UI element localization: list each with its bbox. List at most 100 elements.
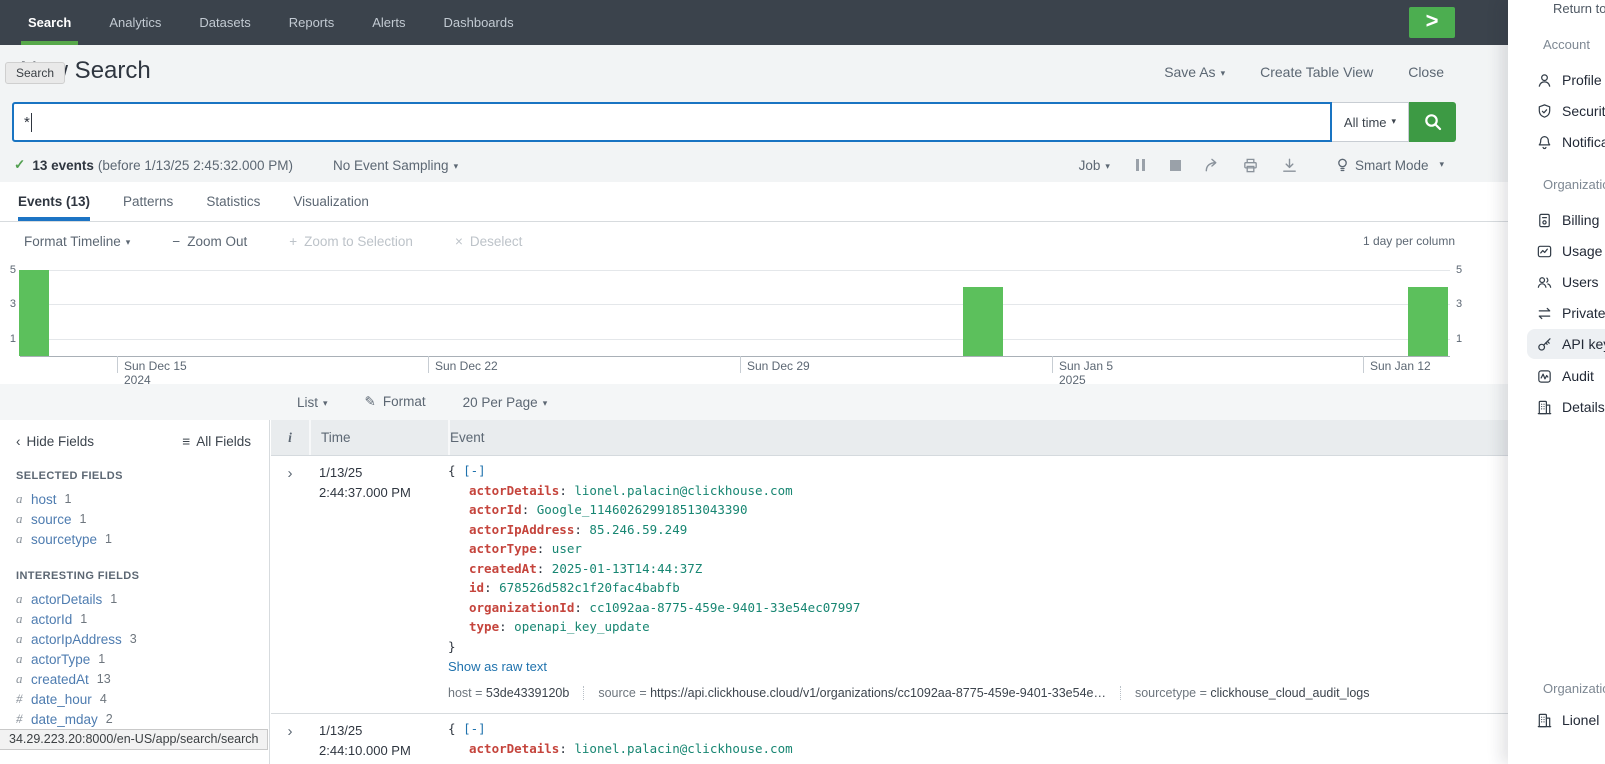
- event-meta-field[interactable]: sourcehttps://api.clickhouse.cloud/v1/or…: [583, 686, 1106, 700]
- deselect-button[interactable]: Deselect: [455, 234, 522, 249]
- sidebar-item-api-keys[interactable]: API keys: [1527, 329, 1605, 359]
- field-name-link[interactable]: actorType: [31, 652, 90, 667]
- save-as-button[interactable]: Save As: [1164, 64, 1225, 80]
- json-key[interactable]: createdAt: [469, 561, 552, 576]
- field-item[interactable]: #date_hour4: [0, 689, 269, 709]
- nav-item-alerts[interactable]: Alerts: [353, 0, 424, 45]
- field-item[interactable]: asourcetype1: [0, 529, 269, 549]
- format-results-button[interactable]: Format: [365, 394, 426, 410]
- search-input[interactable]: *: [12, 102, 1332, 142]
- tab-patterns[interactable]: Patterns: [123, 182, 173, 221]
- field-item[interactable]: aactorType1: [0, 649, 269, 669]
- json-key[interactable]: actorType: [469, 541, 552, 556]
- field-item[interactable]: asource1: [0, 509, 269, 529]
- sidebar-item-organization-lionel[interactable]: Lionel: [1536, 705, 1605, 735]
- show-raw-text-link[interactable]: Show as raw text: [448, 659, 547, 674]
- search-mode-dropdown[interactable]: Smart Mode: [1336, 158, 1444, 173]
- json-key[interactable]: id: [469, 580, 499, 595]
- json-collapse-link[interactable]: [-]: [463, 721, 486, 736]
- json-key[interactable]: actorId: [469, 502, 537, 517]
- tab-statistics[interactable]: Statistics: [206, 182, 260, 221]
- json-value[interactable]: openapi_key_update: [514, 619, 649, 634]
- time-range-picker[interactable]: All time: [1332, 102, 1409, 142]
- splunk-logo-icon[interactable]: >: [1409, 7, 1455, 38]
- field-name-link[interactable]: date_mday: [31, 712, 98, 727]
- json-key[interactable]: actorIpAddress: [469, 522, 589, 537]
- sidebar-item-billing[interactable]: Billing: [1536, 205, 1605, 235]
- stop-job-button[interactable]: [1170, 160, 1181, 171]
- json-value[interactable]: lionel.palacin@clickhouse.com: [574, 741, 792, 756]
- zoom-out-button[interactable]: Zoom Out: [172, 234, 247, 249]
- expand-event-chevron-icon[interactable]: [288, 724, 293, 739]
- all-fields-button[interactable]: All Fields: [182, 434, 251, 449]
- tab-visualization[interactable]: Visualization: [293, 182, 369, 221]
- field-name-link[interactable]: date_hour: [31, 692, 92, 707]
- json-value[interactable]: 2025-01-13T14:44:37Z: [552, 561, 703, 576]
- search-mode-label: Smart Mode: [1355, 158, 1429, 173]
- json-value[interactable]: cc1092aa-8775-459e-9401-33e54ec07997: [589, 600, 860, 615]
- field-item[interactable]: #date_mday2: [0, 709, 269, 729]
- expand-event-chevron-icon[interactable]: [288, 466, 293, 481]
- event-meta-field[interactable]: sourcetypeclickhouse_cloud_audit_logs: [1120, 686, 1370, 700]
- event-meta-row: host53de4339120b sourcehttps://api.clickh…: [448, 686, 1508, 700]
- json-key[interactable]: type: [469, 619, 514, 634]
- json-value[interactable]: user: [552, 541, 582, 556]
- sidebar-item-usage[interactable]: Usage: [1536, 236, 1605, 266]
- json-key[interactable]: organizationId: [469, 600, 589, 615]
- field-type-icon: a: [16, 671, 31, 687]
- field-name-link[interactable]: actorDetails: [31, 592, 102, 607]
- create-table-view-button[interactable]: Create Table View: [1260, 64, 1373, 80]
- format-timeline-dropdown[interactable]: Format Timeline: [24, 234, 130, 249]
- list-view-dropdown[interactable]: List: [297, 395, 328, 410]
- share-job-button[interactable]: [1203, 157, 1220, 174]
- field-item[interactable]: acreatedAt13: [0, 669, 269, 689]
- sidebar-item-details[interactable]: Details: [1536, 392, 1605, 422]
- field-name-link[interactable]: actorIpAddress: [31, 632, 122, 647]
- close-button[interactable]: Close: [1408, 64, 1444, 80]
- sidebar-item-notifications[interactable]: Notifications: [1536, 127, 1605, 157]
- field-item[interactable]: aactorIpAddress3: [0, 629, 269, 649]
- pause-job-button[interactable]: [1136, 159, 1148, 171]
- return-link[interactable]: Return to: [1553, 1, 1605, 16]
- export-job-button[interactable]: [1281, 157, 1298, 174]
- field-name-link[interactable]: actorId: [31, 612, 72, 627]
- zoom-to-selection-button[interactable]: Zoom to Selection: [289, 234, 413, 249]
- tab-events[interactable]: Events (13): [18, 182, 90, 221]
- sidebar-item-private-endpoints[interactable]: Private endpoints: [1536, 298, 1605, 328]
- field-item[interactable]: ahost1: [0, 489, 269, 509]
- json-value[interactable]: 678526d582c1f20fac4babfb: [499, 580, 680, 595]
- nav-item-reports[interactable]: Reports: [270, 0, 354, 45]
- field-name-link[interactable]: host: [31, 492, 57, 507]
- event-sampling-dropdown[interactable]: No Event Sampling: [333, 158, 458, 173]
- per-page-dropdown[interactable]: 20 Per Page: [463, 395, 548, 410]
- json-value[interactable]: 85.246.59.249: [589, 522, 687, 537]
- search-button[interactable]: [1409, 102, 1456, 142]
- timeline-bar[interactable]: [19, 270, 49, 356]
- json-collapse-link[interactable]: [-]: [463, 463, 486, 478]
- event-meta-field[interactable]: host53de4339120b: [448, 686, 569, 700]
- nav-item-analytics[interactable]: Analytics: [90, 0, 180, 45]
- field-name-link[interactable]: createdAt: [31, 672, 89, 687]
- field-item[interactable]: aactorDetails1: [0, 589, 269, 609]
- field-name-link[interactable]: sourcetype: [31, 532, 97, 547]
- json-key[interactable]: actorDetails: [469, 483, 574, 498]
- sidebar-item-audit[interactable]: Audit: [1536, 361, 1605, 391]
- sidebar-item-profile[interactable]: Profile: [1536, 65, 1605, 95]
- sidebar-item-users[interactable]: Users: [1536, 267, 1605, 297]
- nav-item-datasets[interactable]: Datasets: [180, 0, 269, 45]
- field-name-link[interactable]: source: [31, 512, 72, 527]
- event-date: 1/13/25: [319, 721, 448, 741]
- job-menu-button[interactable]: Job: [1079, 158, 1110, 173]
- hide-fields-button[interactable]: Hide Fields: [16, 434, 94, 449]
- print-job-button[interactable]: [1242, 157, 1259, 174]
- timeline-bar[interactable]: [963, 287, 1003, 356]
- timeline-bar[interactable]: [1408, 287, 1448, 356]
- json-value[interactable]: lionel.palacin@clickhouse.com: [574, 483, 792, 498]
- nav-item-dashboards[interactable]: Dashboards: [424, 0, 532, 45]
- field-item[interactable]: aactorId1: [0, 609, 269, 629]
- sidebar-item-security[interactable]: Security: [1536, 96, 1605, 126]
- json-key[interactable]: actorDetails: [469, 741, 574, 756]
- nav-item-search[interactable]: Search: [9, 0, 90, 45]
- column-header-time[interactable]: Time: [309, 420, 448, 455]
- json-value[interactable]: Google_114602629918513043390: [537, 502, 748, 517]
